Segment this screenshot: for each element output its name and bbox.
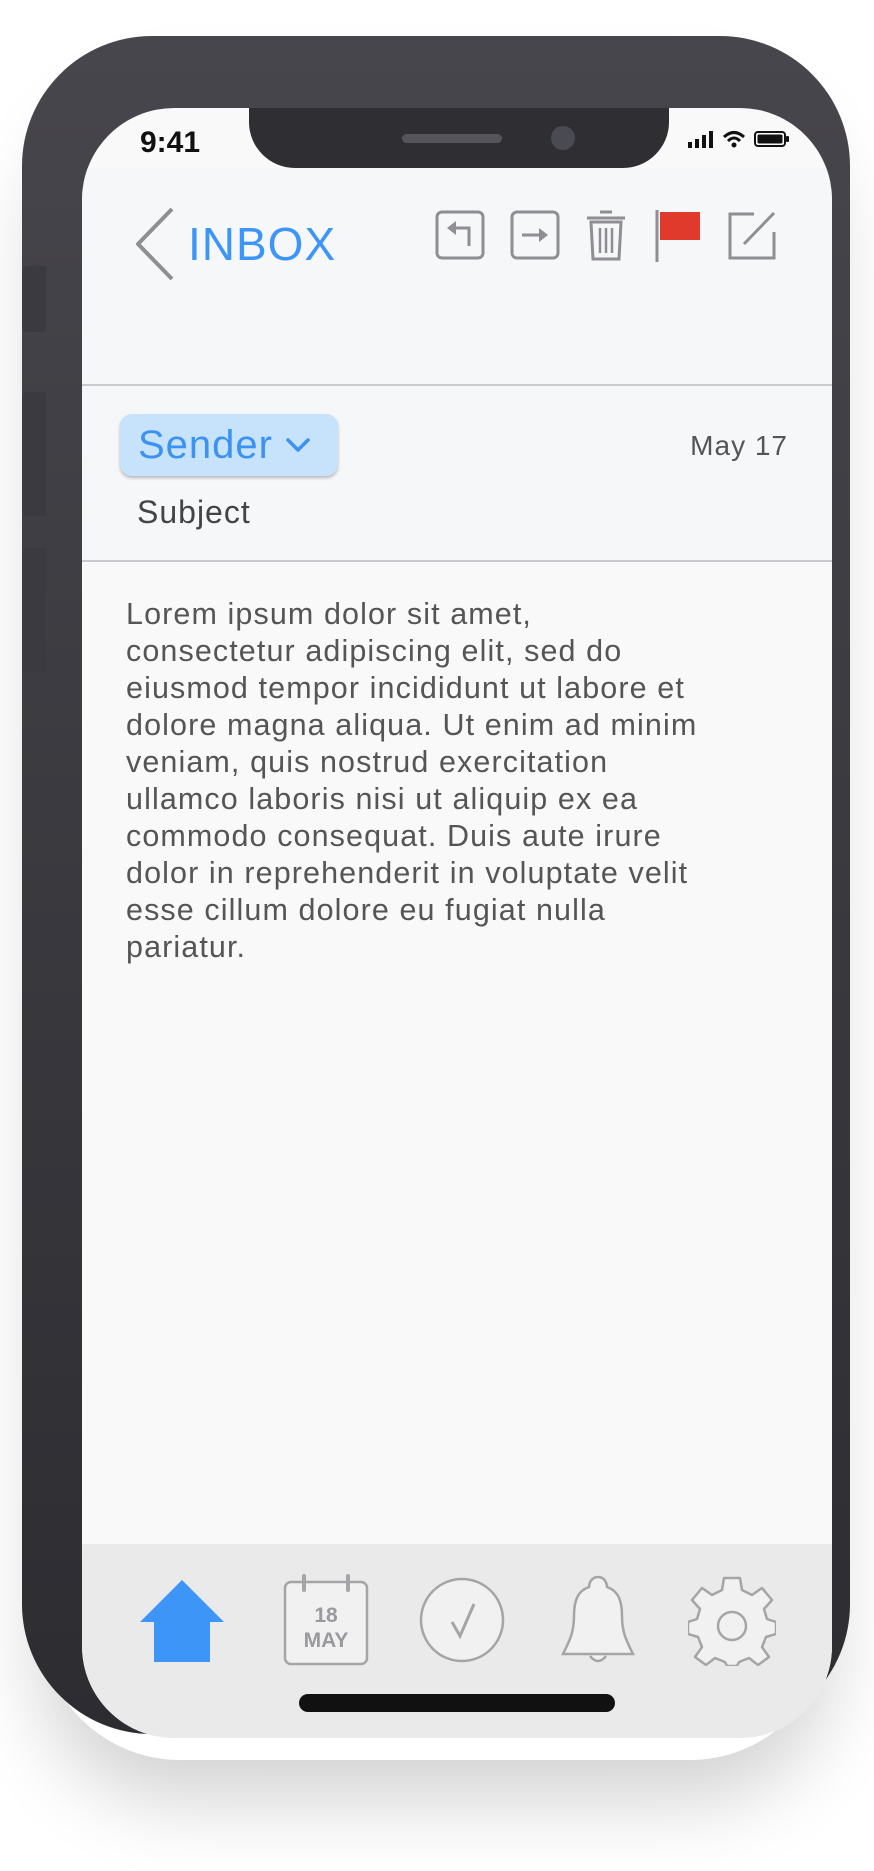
back-label: INBOX [188,218,337,270]
chevron-left-icon [136,207,174,281]
volume-down-button [22,548,46,672]
message-body: Lorem ipsum dolor sit amet, consectetur … [126,597,698,964]
notch [249,108,669,168]
calendar-month: MAY [304,1629,349,1652]
check-icon [419,1577,505,1663]
calendar-icon: 18 MAY [283,1574,369,1666]
gear-icon [686,1576,778,1668]
battery-icon [754,131,789,147]
tab-home[interactable] [138,1576,226,1669]
flag-icon [655,210,700,262]
tab-notifications[interactable] [560,1574,636,1669]
trash-icon [587,210,625,261]
compose-icon [728,211,776,260]
reply-icon [435,210,485,260]
camera [551,126,575,150]
screen: 9:41 INBOX Sender May 17 Subject Lorem i… [82,108,832,1738]
bell-icon [560,1575,636,1663]
forward-button[interactable] [510,210,560,265]
chevron-down-icon [286,438,310,452]
volume-up-button [22,392,46,516]
signal-icon [688,131,713,148]
reply-button[interactable] [435,210,485,265]
wifi-icon [722,131,746,148]
mute-switch [22,266,46,332]
message-subject: Subject [137,494,251,530]
tab-settings[interactable] [686,1576,778,1671]
message-date: May 17 [690,430,788,461]
message-header: Sender May 17 Subject [82,386,832,562]
compose-button[interactable] [724,208,778,267]
delete-button[interactable] [584,208,628,267]
device-frame: 9:41 INBOX Sender May 17 Subject Lorem i… [22,36,850,1738]
speaker [402,134,502,143]
flag-button[interactable] [652,208,702,269]
tab-calendar[interactable]: 18 MAY [282,1574,370,1671]
back-to-inbox-button[interactable]: INBOX [134,206,336,282]
tab-tasks[interactable] [418,1576,506,1669]
calendar-day: 18 [314,1604,338,1627]
flag-fill [660,212,700,240]
home-indicator[interactable] [299,1694,615,1712]
status-time: 9:41 [140,126,201,159]
status-icons [688,130,790,148]
home-icon [140,1580,224,1662]
forward-icon [510,210,560,260]
navigation-bar: INBOX [82,168,832,386]
sender-label: Sender [138,422,273,467]
sender-dropdown[interactable]: Sender [120,414,338,476]
